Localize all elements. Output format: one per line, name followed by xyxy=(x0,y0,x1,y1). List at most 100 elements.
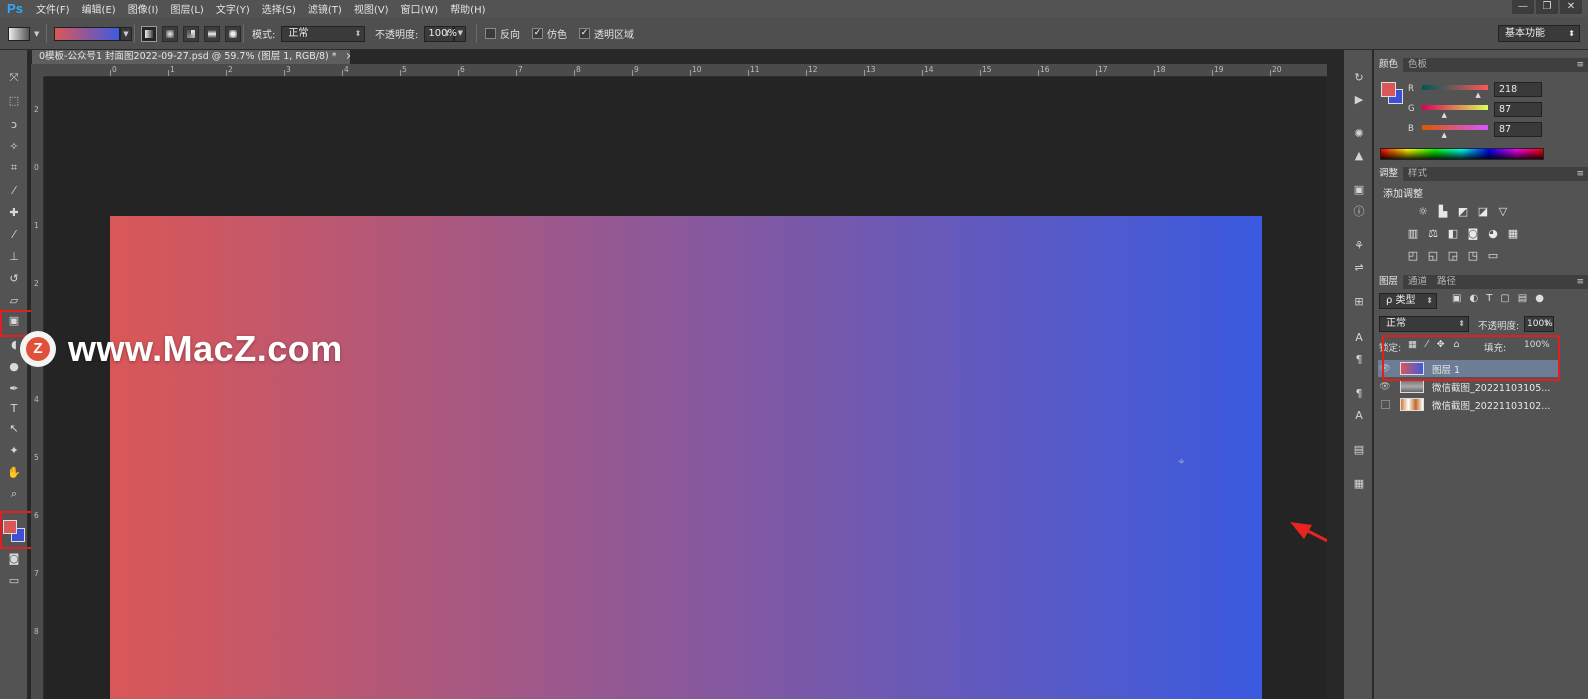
transparency-checkbox[interactable]: ✓ xyxy=(579,28,590,39)
adjustment-icon[interactable]: ◲ xyxy=(1446,249,1460,263)
layer-comps-icon[interactable]: ▤ xyxy=(1350,442,1368,458)
layers-panel-menu-icon[interactable]: ≡ xyxy=(1576,275,1584,289)
green-channel-input[interactable]: 87 xyxy=(1494,102,1542,117)
magic-wand-tool-icon[interactable]: ✧ xyxy=(5,138,23,154)
adjustment-icon[interactable]: ◱ xyxy=(1426,249,1440,263)
close-window-button[interactable]: ✕ xyxy=(1560,0,1582,14)
marquee-tool-icon[interactable]: ⬚ xyxy=(5,92,23,108)
hand-tool-icon[interactable]: ✋ xyxy=(5,464,23,480)
restore-button[interactable]: ❐ xyxy=(1536,0,1558,14)
visibility-eye-icon[interactable]: 👁 xyxy=(1378,382,1392,392)
tab-styles[interactable]: 样式 xyxy=(1403,167,1432,181)
blue-slider-thumb[interactable]: ▲ xyxy=(1442,131,1447,139)
info-panel-icon[interactable]: ▣ xyxy=(1350,182,1368,198)
menu-filter[interactable]: 滤镜(T) xyxy=(302,1,348,16)
blue-channel-input[interactable]: 87 xyxy=(1494,122,1542,137)
shape-tool-icon[interactable]: ✦ xyxy=(5,442,23,458)
history-panel-icon[interactable]: ↻ xyxy=(1350,70,1368,86)
type-filter-icon[interactable]: T xyxy=(1486,293,1492,304)
adjustment-icon[interactable]: ◕ xyxy=(1486,227,1500,241)
info-icon[interactable]: ⓘ xyxy=(1350,204,1368,220)
healing-tool-icon[interactable]: ✚ xyxy=(5,204,23,220)
menu-type[interactable]: 文字(Y) xyxy=(210,1,256,16)
dither-checkbox[interactable]: ✓ xyxy=(532,28,543,39)
workspace-select[interactable]: 基本功能 xyxy=(1498,25,1580,42)
panel-menu-icon[interactable]: ≡ xyxy=(1576,58,1584,72)
eraser-tool-icon[interactable]: ▱ xyxy=(5,292,23,308)
actions-panel-icon[interactable]: ▶ xyxy=(1350,92,1368,108)
diamond-gradient-button[interactable] xyxy=(225,25,241,42)
opacity-input[interactable]: 100% xyxy=(424,25,457,42)
tool-presets-icon[interactable]: ⇌ xyxy=(1350,260,1368,276)
adjustment-icon[interactable]: ◰ xyxy=(1406,249,1420,263)
adjustment-icon[interactable]: ⚖ xyxy=(1426,227,1440,241)
gradient-canvas[interactable] xyxy=(110,216,1262,699)
move-tool-icon[interactable]: ⤧ xyxy=(5,70,23,86)
mode-select[interactable]: 正常 xyxy=(281,25,366,42)
vertical-ruler[interactable]: 2012345678 xyxy=(31,77,44,699)
tab-channels[interactable]: 通道 xyxy=(1403,275,1432,289)
gradient-picker-dropdown[interactable]: ▼ xyxy=(120,26,132,41)
adjustment-icon[interactable]: ◧ xyxy=(1446,227,1460,241)
tab-color[interactable]: 颜色 xyxy=(1374,58,1404,72)
adjustment-icon[interactable]: ◳ xyxy=(1466,249,1480,263)
horizontal-ruler[interactable]: 0 1 2 3 4 5 6 7 8 9 10 11 12 13 14 15 16 17 18 19 20 xyxy=(44,64,1327,77)
tab-layers[interactable]: 图层 xyxy=(1374,275,1404,289)
reverse-checkbox[interactable] xyxy=(485,28,496,39)
character-styles-icon[interactable]: A xyxy=(1350,408,1368,424)
layer-filter-select[interactable]: ρ 类型 xyxy=(1379,293,1437,309)
tab-paths[interactable]: 路径 xyxy=(1432,275,1461,289)
adjustment-icon[interactable]: ▽ xyxy=(1496,205,1510,219)
menu-help[interactable]: 帮助(H) xyxy=(444,1,491,16)
history-brush-tool-icon[interactable]: ↺ xyxy=(5,270,23,286)
red-slider-thumb[interactable]: ▲ xyxy=(1475,91,1480,99)
color-panel-foreground[interactable] xyxy=(1381,82,1396,97)
filter-toggle-icon[interactable]: ● xyxy=(1535,293,1544,304)
type-tool-icon[interactable]: T xyxy=(5,400,23,416)
layer-row-3[interactable]: 微信截图_20221103102... xyxy=(1378,396,1558,413)
adjustment-filter-icon[interactable]: ◐ xyxy=(1469,293,1478,304)
path-select-tool-icon[interactable]: ↖ xyxy=(5,420,23,436)
notes-icon[interactable]: ▦ xyxy=(1350,476,1368,492)
tab-adjustments[interactable]: 调整 xyxy=(1374,167,1404,181)
adjustment-icon[interactable]: ▥ xyxy=(1406,227,1420,241)
green-slider-thumb[interactable]: ▲ xyxy=(1442,111,1447,119)
brush-tool-icon[interactable]: ⁄ xyxy=(5,226,23,242)
eyedropper-tool-icon[interactable]: ⁄ xyxy=(5,182,23,198)
pen-tool-icon[interactable]: ✒ xyxy=(5,380,23,396)
adjustment-icon[interactable]: ◩ xyxy=(1456,205,1470,219)
layer-opacity-input[interactable]: 100% xyxy=(1524,316,1554,332)
adjustment-icon[interactable]: ▙ xyxy=(1436,205,1450,219)
blue-channel-slider[interactable] xyxy=(1422,125,1488,130)
paragraph-panel-icon[interactable]: ¶ xyxy=(1350,352,1368,368)
histogram-icon[interactable]: ▲ xyxy=(1350,148,1368,164)
menu-window[interactable]: 窗口(W) xyxy=(394,1,444,16)
brush-presets-icon[interactable]: ✺ xyxy=(1350,126,1368,142)
screen-mode-icon[interactable]: ▭ xyxy=(5,572,23,588)
quick-mask-icon[interactable]: ◙ xyxy=(5,550,23,566)
adjustment-icon[interactable]: ▭ xyxy=(1486,249,1500,263)
menu-view[interactable]: 视图(V) xyxy=(348,1,395,16)
radial-gradient-button[interactable] xyxy=(162,25,178,42)
menu-image[interactable]: 图像(I) xyxy=(122,1,165,16)
menu-select[interactable]: 选择(S) xyxy=(256,1,302,16)
zoom-tool-icon[interactable]: ⌕ xyxy=(5,486,23,502)
foreground-color-swatch[interactable] xyxy=(3,520,17,534)
adjustment-icon[interactable]: ▦ xyxy=(1506,227,1520,241)
smart-object-filter-icon[interactable]: ▤ xyxy=(1518,293,1527,304)
canvas-area[interactable]: ⌖ xyxy=(44,77,1327,699)
adjustment-icon[interactable]: ☼ xyxy=(1416,205,1430,219)
adjust-panel-menu-icon[interactable]: ≡ xyxy=(1576,167,1584,181)
linear-gradient-button[interactable] xyxy=(141,25,157,42)
stamp-tool-icon[interactable]: ⊥ xyxy=(5,248,23,264)
blend-mode-select[interactable]: 正常 xyxy=(1379,316,1469,332)
brush-panel-icon[interactable]: ⚘ xyxy=(1350,238,1368,254)
adjustment-icon[interactable]: ◙ xyxy=(1466,227,1480,241)
close-document-icon[interactable]: × xyxy=(346,51,350,62)
menu-edit[interactable]: 编辑(E) xyxy=(76,1,122,16)
adjustment-icon[interactable]: ◪ xyxy=(1476,205,1490,219)
angle-gradient-button[interactable] xyxy=(183,25,199,42)
menu-file[interactable]: 文件(F) xyxy=(30,1,76,16)
character-panel-icon[interactable]: A xyxy=(1350,330,1368,346)
lasso-tool-icon[interactable]: ↄ xyxy=(5,116,23,132)
